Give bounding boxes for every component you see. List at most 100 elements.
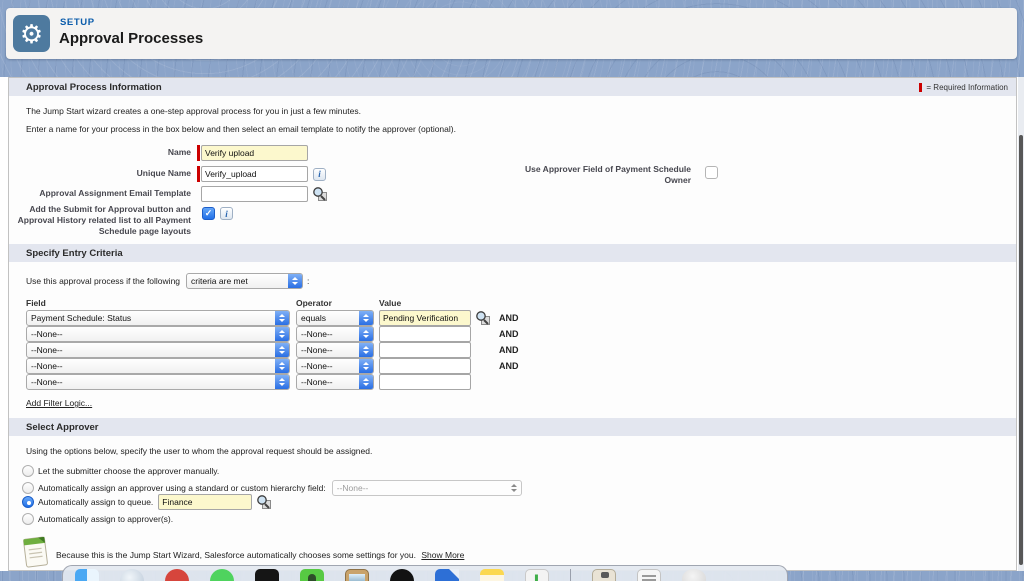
unique-name-input[interactable] <box>201 166 308 182</box>
section-title: Approval Process Information <box>26 82 162 93</box>
info-icon[interactable] <box>313 168 326 181</box>
dock-icon-textedit[interactable] <box>637 569 661 581</box>
scrollbar-thumb[interactable] <box>1019 135 1023 565</box>
field-select[interactable]: --None-- <box>26 358 290 374</box>
radio-option-assign-to-approvers[interactable]: Automatically assign to approver(s). <box>22 513 173 525</box>
radio-icon-selected[interactable] <box>22 496 34 508</box>
select-stepper-icon <box>359 375 373 389</box>
select-stepper-icon <box>275 311 289 325</box>
intro-line-2: Enter a name for your process in the box… <box>26 124 456 134</box>
section-title: Specify Entry Criteria <box>26 248 123 259</box>
select-stepper-icon <box>288 274 302 288</box>
radio-icon[interactable] <box>22 513 34 525</box>
criteria-lead-suffix: : <box>307 276 309 286</box>
operator-select[interactable]: --None-- <box>296 374 374 390</box>
scrollbar-track[interactable] <box>1018 77 1024 571</box>
dock-icon-notes[interactable] <box>480 569 504 581</box>
dock-icon-messages[interactable] <box>300 569 324 581</box>
select-stepper-icon <box>359 327 373 341</box>
dock-divider <box>570 569 571 581</box>
section-header-select-approver: Select Approver <box>9 418 1016 436</box>
dock-icon-podcasts[interactable] <box>390 569 414 581</box>
select-stepper-icon <box>275 375 289 389</box>
select-stepper-icon <box>359 311 373 325</box>
field-select[interactable]: --None-- <box>26 374 290 390</box>
setup-header-card: SETUP Approval Processes <box>6 8 1017 59</box>
column-header-operator: Operator <box>296 298 332 308</box>
add-filter-logic-link[interactable]: Add Filter Logic... <box>26 398 92 408</box>
required-bar <box>197 166 200 182</box>
macos-dock <box>62 565 788 581</box>
radio-option-assign-to-queue[interactable]: Automatically assign to queue. <box>22 494 272 510</box>
dock-icon-trash[interactable] <box>682 569 706 581</box>
value-input[interactable] <box>379 358 471 374</box>
page-title: Approval Processes <box>59 30 203 47</box>
dock-icon-music[interactable] <box>165 569 189 581</box>
required-bar <box>197 145 200 161</box>
select-stepper-icon <box>359 359 373 373</box>
dock-icon-keynote[interactable] <box>435 569 459 581</box>
dock-icon-mail[interactable] <box>345 569 369 581</box>
section-title: Select Approver <box>26 422 99 433</box>
lookup-icon[interactable] <box>256 494 272 510</box>
jump-start-note: Because this is the Jump Start Wizard, S… <box>56 550 464 560</box>
email-template-input[interactable] <box>201 186 308 202</box>
column-header-field: Field <box>26 298 46 308</box>
lookup-icon[interactable] <box>475 310 491 326</box>
dock-icon-finder[interactable] <box>75 569 99 581</box>
add-submit-checkbox[interactable] <box>202 207 215 220</box>
note-icon <box>21 533 51 571</box>
and-label: AND <box>499 361 519 371</box>
field-select[interactable]: --None-- <box>26 326 290 342</box>
content-panel: Approval Process Information = Required … <box>8 77 1017 571</box>
info-icon[interactable] <box>220 207 233 220</box>
criteria-row: --None-- --None-- AND <box>26 358 546 374</box>
show-more-link[interactable]: Show More <box>421 550 464 560</box>
required-information-legend: = Required Information <box>919 83 1008 92</box>
dock-icon-clipboard[interactable] <box>592 569 616 581</box>
and-label: AND <box>499 329 519 339</box>
column-header-value: Value <box>379 298 401 308</box>
value-input[interactable] <box>379 310 471 326</box>
value-input[interactable] <box>379 374 471 390</box>
unique-name-label: Unique Name <box>17 168 191 179</box>
use-approver-field-label: Use Approver Field of Payment Schedule O… <box>479 164 691 186</box>
criteria-row: Payment Schedule: Status equals AND <box>26 310 546 326</box>
name-input[interactable] <box>201 145 308 161</box>
dock-icon-downloads[interactable] <box>525 569 549 581</box>
criteria-row: --None-- --None-- AND <box>26 326 546 342</box>
setup-gear-icon <box>13 15 50 52</box>
setup-eyebrow: SETUP <box>60 17 95 28</box>
select-stepper-icon <box>275 343 289 357</box>
radio-option-submitter-choose[interactable]: Let the submitter choose the approver ma… <box>22 465 219 477</box>
field-select[interactable]: --None-- <box>26 342 290 358</box>
select-stepper-icon <box>359 343 373 357</box>
dock-icon-facetime[interactable] <box>210 569 234 581</box>
criteria-row: --None-- --None-- AND <box>26 342 546 358</box>
use-approver-field-checkbox[interactable] <box>705 166 718 179</box>
radio-icon[interactable] <box>22 482 34 494</box>
lookup-icon[interactable] <box>312 186 328 202</box>
select-stepper-icon <box>507 481 521 495</box>
radio-icon[interactable] <box>22 465 34 477</box>
and-label: AND <box>499 345 519 355</box>
add-submit-label: Add the Submit for Approval button and A… <box>17 204 191 237</box>
value-input[interactable] <box>379 326 471 342</box>
dock-icon-siri[interactable] <box>120 569 144 581</box>
criteria-lead-text: Use this approval process if the followi… <box>26 276 180 286</box>
salesforce-setup-page: SETUP Approval Processes Approval Proces… <box>0 0 1024 581</box>
field-select[interactable]: Payment Schedule: Status <box>26 310 290 326</box>
approver-intro: Using the options below, specify the use… <box>26 446 372 456</box>
criteria-row: --None-- --None-- <box>26 374 546 390</box>
queue-input[interactable] <box>158 494 252 510</box>
operator-select[interactable]: --None-- <box>296 326 374 342</box>
criteria-met-select[interactable]: criteria are met <box>186 273 303 289</box>
operator-select[interactable]: equals <box>296 310 374 326</box>
hierarchy-field-select[interactable]: --None-- <box>332 480 522 496</box>
dock-icon-tv[interactable] <box>255 569 279 581</box>
required-marker-icon <box>919 83 922 92</box>
value-input[interactable] <box>379 342 471 358</box>
section-header-approval-process-information: Approval Process Information = Required … <box>9 78 1016 96</box>
operator-select[interactable]: --None-- <box>296 342 374 358</box>
operator-select[interactable]: --None-- <box>296 358 374 374</box>
